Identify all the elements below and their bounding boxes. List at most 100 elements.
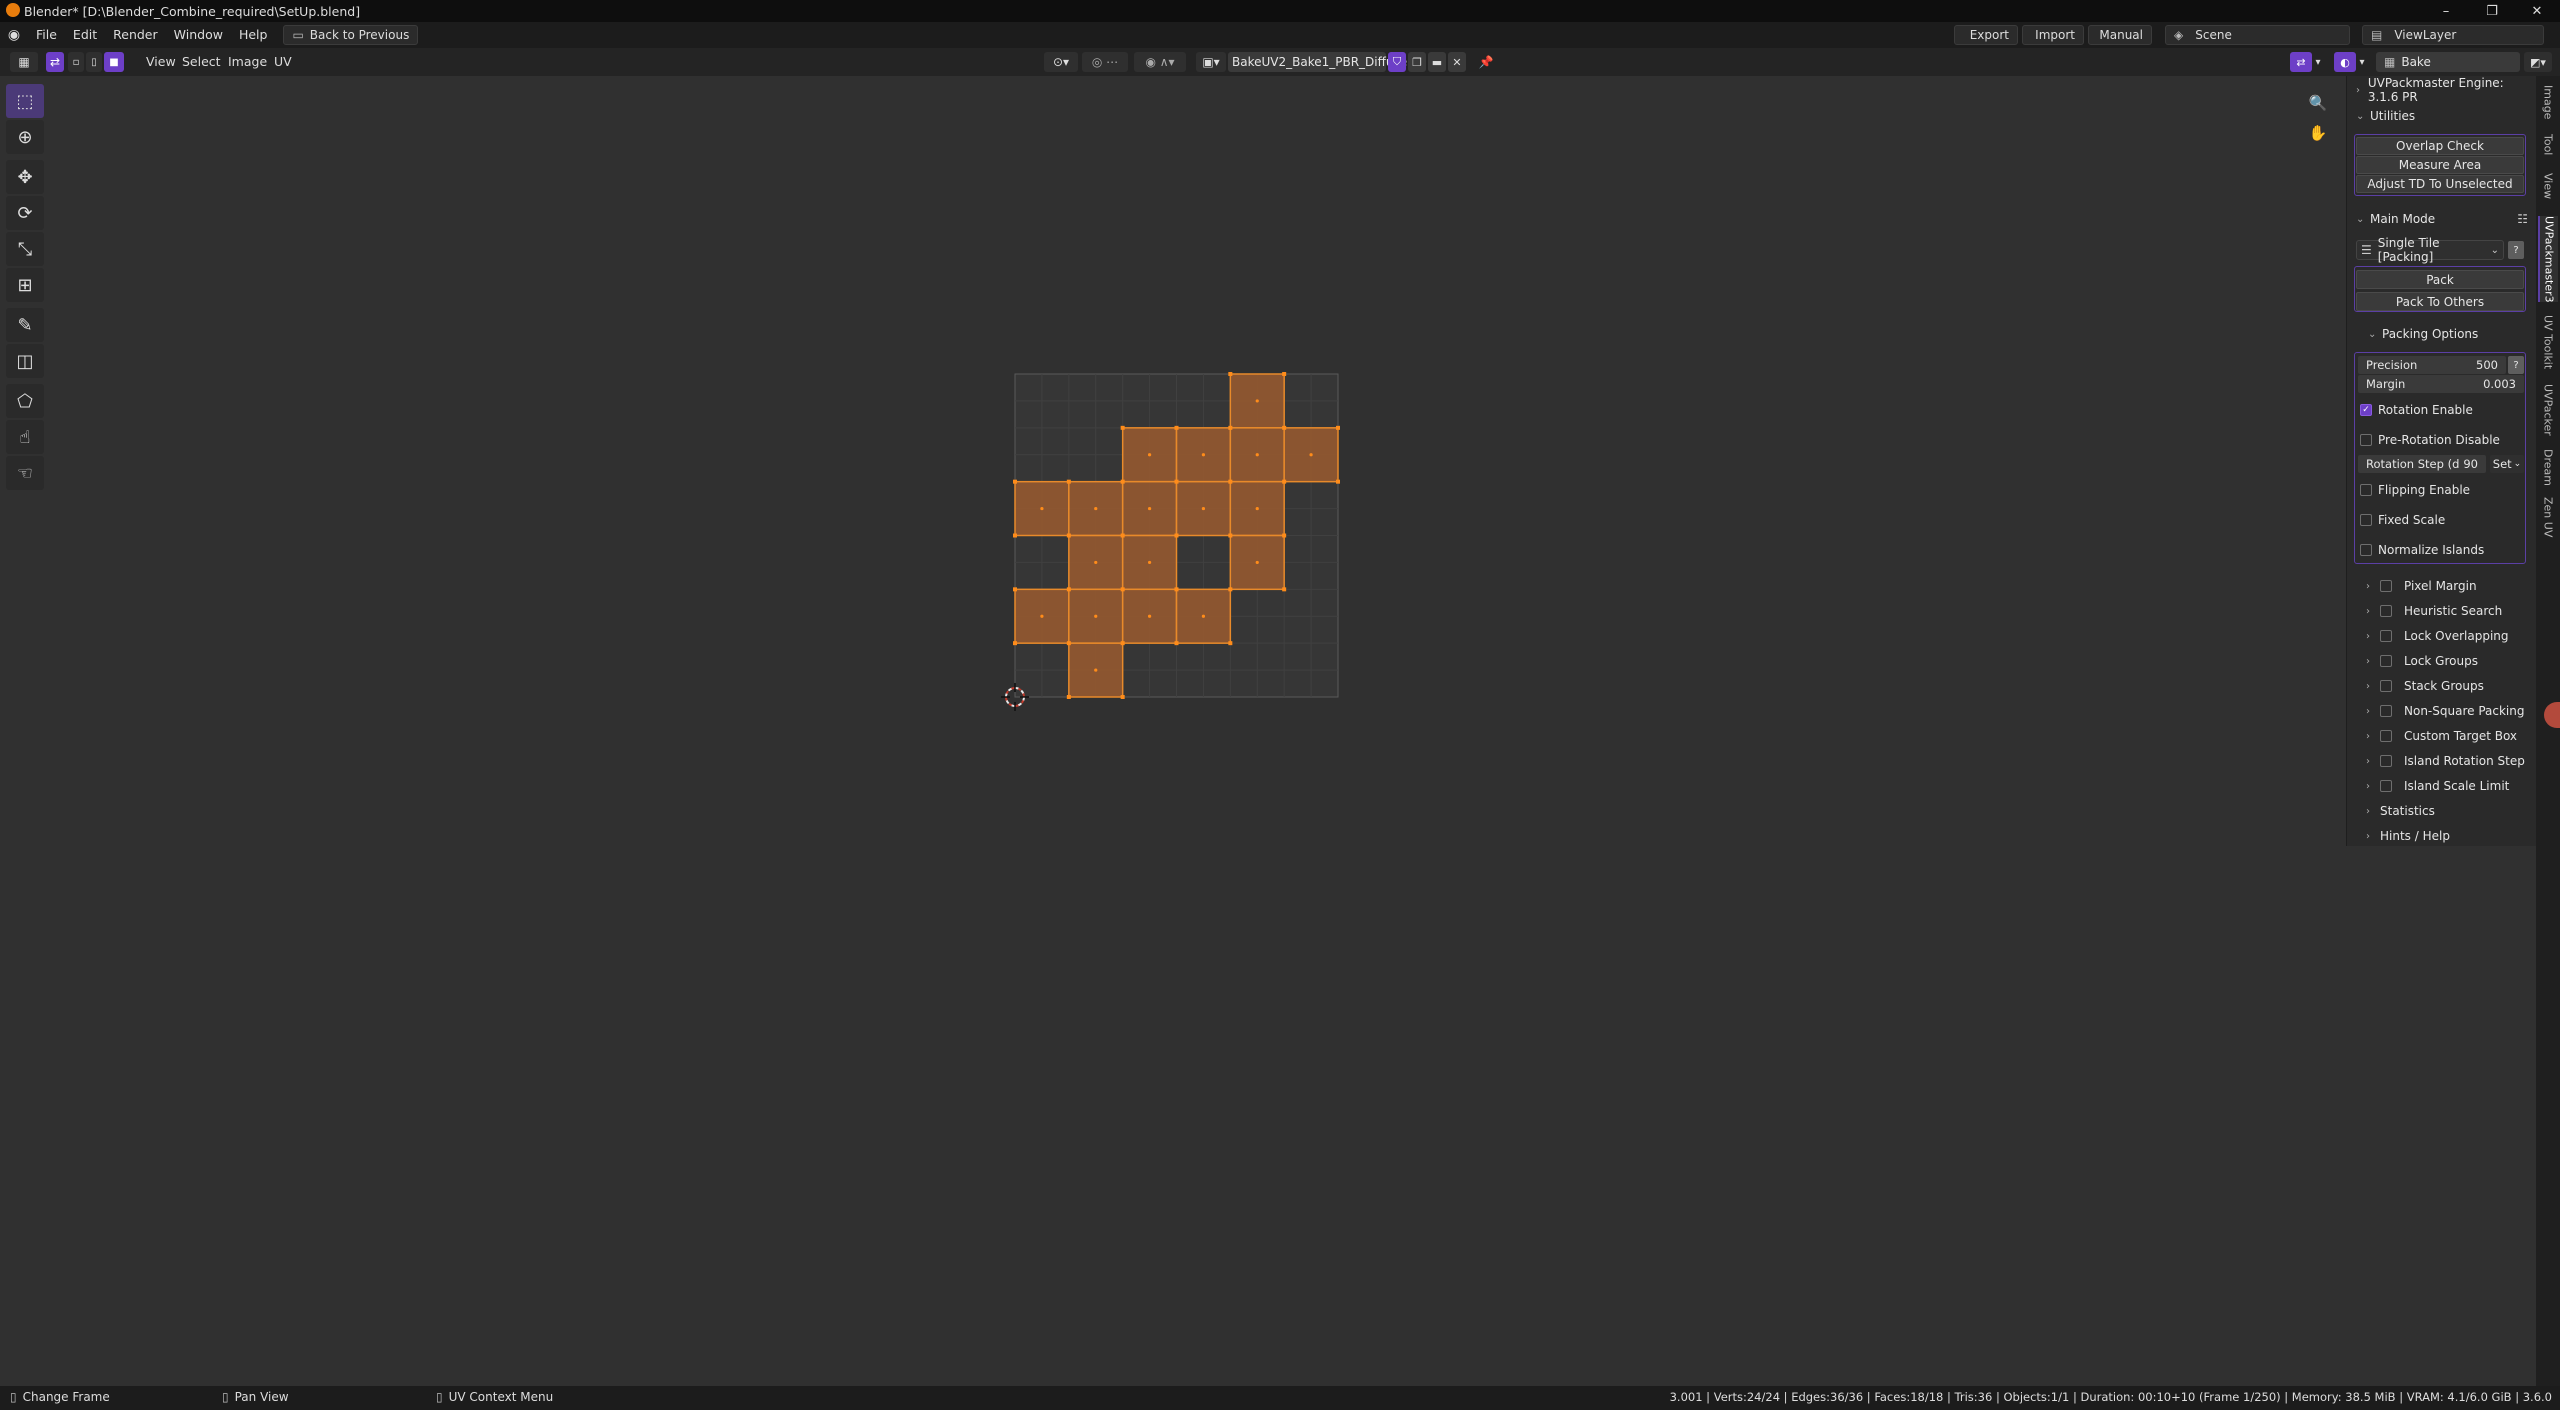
- edge-select-icon[interactable]: ▯: [86, 52, 102, 72]
- list-icon[interactable]: ☷: [2517, 212, 2528, 226]
- utilities-header[interactable]: ⌄ Utilities: [2356, 106, 2528, 126]
- mode-dropdown[interactable]: ☰ Single Tile [Packing] ⌄: [2356, 236, 2504, 264]
- hints-help-header[interactable]: › Hints / Help: [2366, 826, 2450, 846]
- rotate-tool-icon[interactable]: ⟳: [6, 196, 44, 230]
- uv-grid-canvas[interactable]: [0, 76, 2346, 1386]
- editor-type-icon[interactable]: ▦: [10, 52, 38, 72]
- move-tool-icon[interactable]: ✥: [6, 160, 44, 194]
- tab-uvpackmaster3[interactable]: UVPackmaster3: [2538, 216, 2558, 302]
- pivot-icon[interactable]: ⊙▾: [1044, 52, 1078, 72]
- checkbox-icon[interactable]: [2380, 780, 2392, 792]
- proportional-edit-icon[interactable]: ◉ ∧▾: [1134, 52, 1186, 72]
- menu-file[interactable]: File: [28, 24, 65, 46]
- rotation-step-set-dropdown[interactable]: Set ⌄: [2490, 455, 2524, 473]
- precision-help-icon[interactable]: ?: [2508, 356, 2524, 374]
- subpanel-non-square-packing[interactable]: › Non-Square Packing: [2366, 701, 2524, 721]
- pin-icon[interactable]: 📌: [1476, 52, 1496, 72]
- snap-icon[interactable]: ◎ ⋯: [1082, 52, 1128, 72]
- overlap-check-button[interactable]: Overlap Check: [2356, 137, 2524, 155]
- engine-header[interactable]: › UVPackmaster Engine: 3.1.6 PR: [2356, 76, 2528, 104]
- subpanel-heuristic-search[interactable]: › Heuristic Search: [2366, 601, 2502, 621]
- main-mode-header[interactable]: ⌄ Main Mode ☷: [2356, 209, 2528, 229]
- adjust-td-button[interactable]: Adjust TD To Unselected: [2356, 175, 2524, 193]
- pan-hand-icon[interactable]: ✋: [2305, 120, 2331, 146]
- rotation-enable-checkbox[interactable]: ✓ Rotation Enable: [2360, 400, 2532, 420]
- gizmo-dropdown-icon[interactable]: ▾: [2356, 52, 2368, 72]
- tab-dream[interactable]: Dream: [2538, 446, 2558, 488]
- grab-tool-icon[interactable]: ⬠: [6, 384, 44, 418]
- scale-tool-icon[interactable]: ⤡: [6, 232, 44, 266]
- rip-tool-icon[interactable]: ◫: [6, 344, 44, 378]
- pre-rotation-disable-checkbox[interactable]: Pre-Rotation Disable: [2360, 430, 2532, 450]
- menu-edit[interactable]: Edit: [65, 24, 105, 46]
- export-button[interactable]: Export: [1954, 25, 2018, 45]
- tab-uv-toolkit[interactable]: UV Toolkit: [2538, 310, 2558, 374]
- menu-help[interactable]: Help: [231, 24, 276, 46]
- fixed-scale-checkbox[interactable]: Fixed Scale: [2360, 510, 2532, 530]
- subpanel-island-rotation-step[interactable]: › Island Rotation Step: [2366, 751, 2525, 771]
- new-image-icon[interactable]: ❐: [1408, 52, 1426, 72]
- zoom-icon[interactable]: 🔍: [2305, 90, 2331, 116]
- manual-button[interactable]: Manual: [2088, 25, 2152, 45]
- tab-view[interactable]: View: [2538, 168, 2558, 204]
- unlink-image-icon[interactable]: ✕: [1448, 52, 1466, 72]
- tab-tool[interactable]: Tool: [2538, 128, 2558, 162]
- mode-help-icon[interactable]: ?: [2508, 241, 2524, 259]
- annotate-tool-icon[interactable]: ✎: [6, 308, 44, 342]
- fake-user-icon[interactable]: ⛉: [1388, 52, 1406, 72]
- packing-options-header[interactable]: ⌄ Packing Options: [2368, 324, 2540, 344]
- subpanel-custom-target-box[interactable]: › Custom Target Box: [2366, 726, 2517, 746]
- overlay-dropdown-icon[interactable]: ▾: [2312, 52, 2324, 72]
- relax-tool-icon[interactable]: ☝: [6, 420, 44, 454]
- viewlayer-selector[interactable]: ▤ ViewLayer: [2362, 25, 2544, 45]
- precision-field[interactable]: Precision 500: [2358, 356, 2506, 374]
- open-image-icon[interactable]: ▬: [1428, 52, 1446, 72]
- uv-viewport[interactable]: [0, 76, 2346, 1386]
- tab-image[interactable]: Image: [2538, 82, 2558, 122]
- tab-zen-uv[interactable]: Zen UV: [2538, 494, 2558, 540]
- normalize-islands-checkbox[interactable]: Normalize Islands: [2360, 540, 2532, 560]
- maximize-button[interactable]: ❐: [2469, 0, 2515, 22]
- subpanel-island-scale-limit[interactable]: › Island Scale Limit: [2366, 776, 2509, 796]
- import-button[interactable]: Import: [2022, 25, 2084, 45]
- overlay-icon[interactable]: ⇄: [2290, 52, 2312, 72]
- vertex-select-icon[interactable]: ▫: [68, 52, 84, 72]
- subpanel-lock-groups[interactable]: › Lock Groups: [2366, 651, 2478, 671]
- tab-uvpacker[interactable]: UVPacker: [2538, 380, 2558, 440]
- measure-area-button[interactable]: Measure Area: [2356, 156, 2524, 174]
- pack-button[interactable]: Pack: [2356, 270, 2524, 289]
- checkbox-icon[interactable]: [2380, 680, 2392, 692]
- select-box-tool-icon[interactable]: ⬚: [6, 84, 44, 118]
- blender-menu-icon[interactable]: ◉: [0, 27, 28, 43]
- checkbox-icon[interactable]: [2380, 655, 2392, 667]
- pinch-tool-icon[interactable]: ☜: [6, 456, 44, 490]
- checkbox-icon[interactable]: [2380, 755, 2392, 767]
- menu-render[interactable]: Render: [105, 24, 166, 46]
- scene-selector[interactable]: ◈ Scene: [2165, 25, 2350, 45]
- menu-window[interactable]: Window: [166, 24, 231, 46]
- pack-to-others-button[interactable]: Pack To Others: [2356, 292, 2524, 311]
- transform-tool-icon[interactable]: ⊞: [6, 268, 44, 302]
- display-channel-icon[interactable]: ◩▾: [2524, 52, 2552, 72]
- minimize-button[interactable]: –: [2423, 0, 2469, 22]
- checkbox-icon[interactable]: [2380, 630, 2392, 642]
- sync-selection-icon[interactable]: ⇄: [46, 52, 64, 72]
- face-select-icon[interactable]: ■: [104, 52, 124, 72]
- checkbox-icon[interactable]: [2380, 605, 2392, 617]
- bake-field[interactable]: ▦ Bake: [2376, 52, 2520, 72]
- back-to-previous-button[interactable]: ▭ Back to Previous: [283, 25, 419, 45]
- close-window-button[interactable]: ✕: [2514, 0, 2560, 22]
- subpanel-pixel-margin[interactable]: › Pixel Margin: [2366, 576, 2477, 596]
- flipping-enable-checkbox[interactable]: Flipping Enable: [2360, 480, 2532, 500]
- subpanel-lock-overlapping[interactable]: › Lock Overlapping: [2366, 626, 2509, 646]
- gizmo-icon[interactable]: ◐: [2334, 52, 2356, 72]
- checkbox-icon[interactable]: [2380, 580, 2392, 592]
- margin-field[interactable]: Margin 0.003: [2358, 375, 2524, 393]
- rotation-step-field[interactable]: Rotation Step (d 90: [2358, 455, 2486, 473]
- checkbox-icon[interactable]: [2380, 705, 2392, 717]
- menu-uv[interactable]: UV: [266, 51, 300, 73]
- subpanel-stack-groups[interactable]: › Stack Groups: [2366, 676, 2484, 696]
- cursor-tool-icon[interactable]: ⊕: [6, 120, 44, 154]
- checkbox-icon[interactable]: [2380, 730, 2392, 742]
- image-browse-icon[interactable]: ▣▾: [1196, 52, 1226, 72]
